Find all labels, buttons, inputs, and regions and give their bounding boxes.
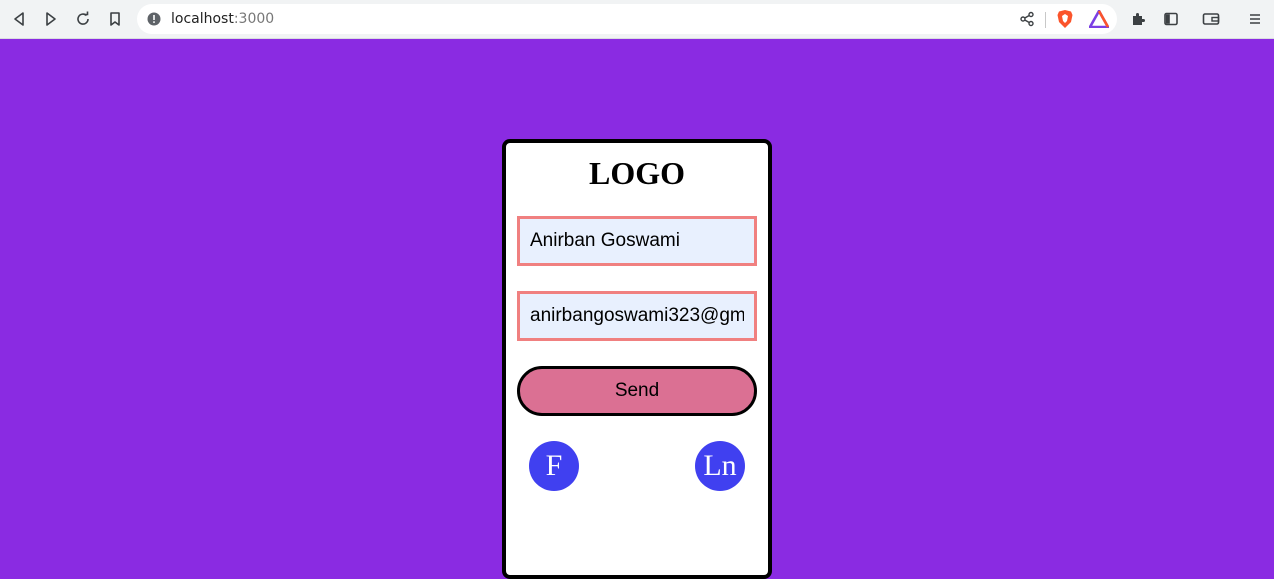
contact-card: LOGO Send F Ln: [502, 139, 772, 579]
linkedin-button[interactable]: Ln: [695, 441, 745, 491]
facebook-button[interactable]: F: [529, 441, 579, 491]
extensions-icon[interactable]: [1126, 7, 1150, 31]
url-divider: [1045, 12, 1046, 28]
linkedin-label: Ln: [703, 449, 737, 482]
forward-icon[interactable]: [39, 7, 63, 31]
wallet-icon[interactable]: [1199, 7, 1223, 31]
sidebar-icon[interactable]: [1159, 7, 1183, 31]
facebook-label: F: [545, 449, 563, 482]
browser-toolbar: localhost:3000: [0, 0, 1274, 39]
site-info-icon[interactable]: [147, 12, 161, 26]
share-icon[interactable]: [1015, 7, 1039, 31]
brave-rewards-icon[interactable]: [1087, 7, 1111, 31]
email-input[interactable]: [517, 291, 757, 341]
send-button-label: Send: [614, 380, 660, 401]
reload-icon[interactable]: [71, 7, 95, 31]
brave-shields-icon[interactable]: [1053, 7, 1077, 31]
logo: LOGO: [588, 155, 685, 191]
name-input[interactable]: [517, 216, 757, 266]
menu-icon[interactable]: [1243, 7, 1267, 31]
bookmark-icon[interactable]: [103, 7, 127, 31]
back-icon[interactable]: [7, 7, 31, 31]
url-text: localhost:3000: [171, 11, 274, 27]
url-port: :3000: [233, 11, 275, 27]
send-button[interactable]: Send: [517, 366, 757, 416]
address-bar[interactable]: localhost:3000: [137, 4, 1117, 34]
url-host: localhost: [171, 11, 234, 27]
